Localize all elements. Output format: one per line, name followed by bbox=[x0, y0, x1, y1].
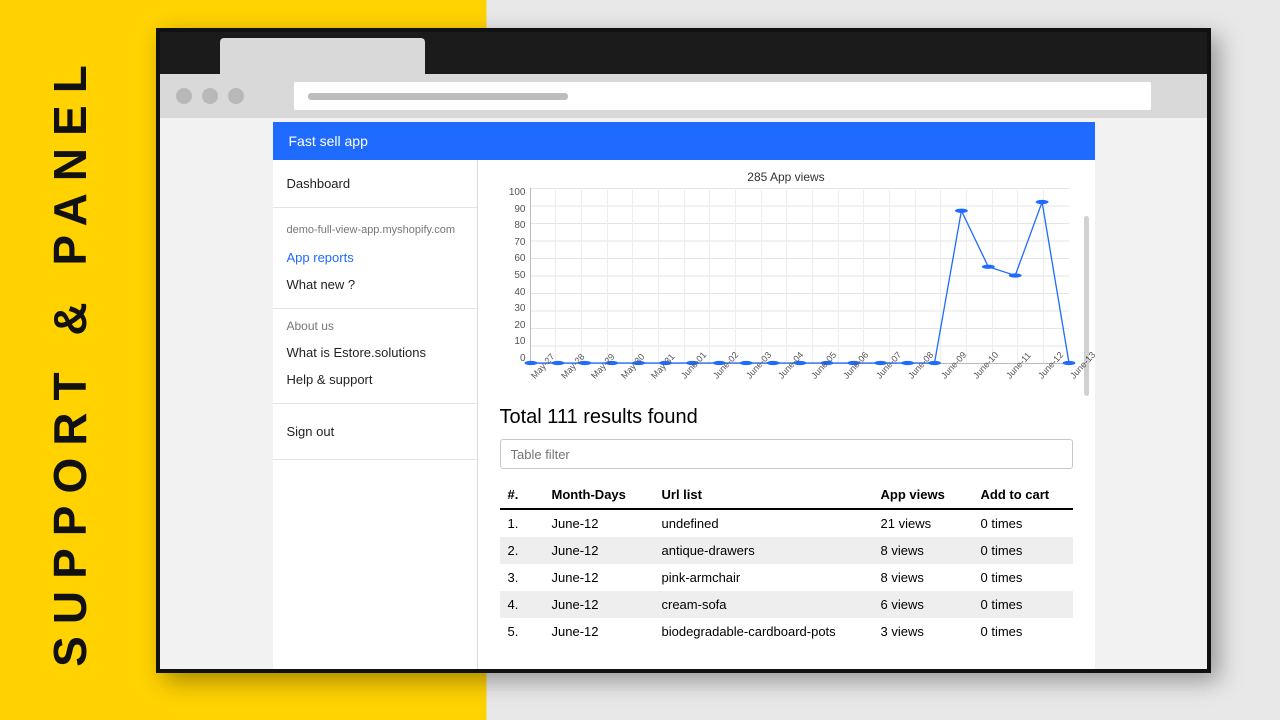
table-row[interactable]: 2.June-12antique-drawers8 views0 times bbox=[500, 537, 1073, 564]
col-views: App views bbox=[873, 481, 973, 509]
results-count: Total 111 results found bbox=[500, 406, 1073, 429]
cell-num: 2. bbox=[500, 537, 544, 564]
cell-url: pink-armchair bbox=[654, 564, 873, 591]
cell-cart: 0 times bbox=[973, 564, 1073, 591]
col-month: Month-Days bbox=[544, 481, 654, 509]
table-header-row: #. Month-Days Url list App views Add to … bbox=[500, 481, 1073, 509]
cell-month: June-12 bbox=[544, 537, 654, 564]
promo-side-label: SUPPORT & PANEL bbox=[43, 53, 97, 667]
browser-toolbar bbox=[160, 74, 1207, 118]
app-body: Dashboard demo-full-view-app.myshopify.c… bbox=[273, 160, 1095, 669]
window-control-dot[interactable] bbox=[176, 88, 192, 104]
col-url: Url list bbox=[654, 481, 873, 509]
chart-title: 285 App views bbox=[500, 170, 1073, 184]
table-row[interactable]: 4.June-12cream-sofa6 views0 times bbox=[500, 591, 1073, 618]
chart-x-axis: May-27May-28May-29May-30May-31June-01Jun… bbox=[530, 364, 1069, 388]
table-row[interactable]: 3.June-12pink-armchair8 views0 times bbox=[500, 564, 1073, 591]
window-control-dot[interactable] bbox=[228, 88, 244, 104]
cell-month: June-12 bbox=[544, 618, 654, 645]
sidebar-item-dashboard[interactable]: Dashboard bbox=[287, 170, 463, 197]
cell-views: 3 views bbox=[873, 618, 973, 645]
y-tick: 40 bbox=[500, 288, 526, 298]
cell-url: biodegradable-cardboard-pots bbox=[654, 618, 873, 645]
cell-views: 8 views bbox=[873, 564, 973, 591]
y-tick: 70 bbox=[500, 238, 526, 248]
sidebar-store-domain: demo-full-view-app.myshopify.com bbox=[287, 218, 463, 244]
sidebar-item-whats-new[interactable]: What new ? bbox=[287, 271, 463, 298]
table-row[interactable]: 1.June-12undefined21 views0 times bbox=[500, 509, 1073, 537]
table-row[interactable]: 5.June-12biodegradable-cardboard-pots3 v… bbox=[500, 618, 1073, 645]
cell-url: antique-drawers bbox=[654, 537, 873, 564]
cell-num: 1. bbox=[500, 509, 544, 537]
address-bar-placeholder bbox=[308, 93, 568, 100]
address-bar[interactable] bbox=[294, 82, 1151, 110]
sidebar: Dashboard demo-full-view-app.myshopify.c… bbox=[273, 160, 478, 669]
browser-viewport: Fast sell app Dashboard demo-full-view-a… bbox=[160, 118, 1207, 669]
cell-cart: 0 times bbox=[973, 618, 1073, 645]
sidebar-heading-about: About us bbox=[287, 319, 463, 339]
y-tick: 30 bbox=[500, 304, 526, 314]
cell-url: cream-sofa bbox=[654, 591, 873, 618]
browser-tabbar bbox=[160, 32, 1207, 74]
sidebar-item-help[interactable]: Help & support bbox=[287, 366, 463, 393]
y-tick: 100 bbox=[500, 188, 526, 198]
app-panel: Fast sell app Dashboard demo-full-view-a… bbox=[273, 122, 1095, 669]
cell-views: 8 views bbox=[873, 537, 973, 564]
y-tick: 20 bbox=[500, 321, 526, 331]
sidebar-item-sign-out[interactable]: Sign out bbox=[287, 414, 463, 449]
app-views-chart: 1009080706050403020100 May-27May-28May-2… bbox=[500, 188, 1073, 388]
table-filter-input[interactable] bbox=[500, 439, 1073, 469]
window-control-dot[interactable] bbox=[202, 88, 218, 104]
cell-cart: 0 times bbox=[973, 591, 1073, 618]
results-table: #. Month-Days Url list App views Add to … bbox=[500, 481, 1073, 645]
y-tick: 10 bbox=[500, 337, 526, 347]
cell-month: June-12 bbox=[544, 564, 654, 591]
main-content: 285 App views 1009080706050403020100 May… bbox=[478, 160, 1095, 669]
y-tick: 0 bbox=[500, 354, 526, 364]
y-tick: 90 bbox=[500, 205, 526, 215]
chart-plot-area bbox=[530, 188, 1069, 364]
col-cart: Add to cart bbox=[973, 481, 1073, 509]
cell-month: June-12 bbox=[544, 509, 654, 537]
y-tick: 60 bbox=[500, 254, 526, 264]
browser-window: Fast sell app Dashboard demo-full-view-a… bbox=[156, 28, 1211, 673]
chart-y-axis: 1009080706050403020100 bbox=[500, 188, 526, 364]
cell-month: June-12 bbox=[544, 591, 654, 618]
y-tick: 50 bbox=[500, 271, 526, 281]
cell-num: 3. bbox=[500, 564, 544, 591]
cell-num: 4. bbox=[500, 591, 544, 618]
y-tick: 80 bbox=[500, 221, 526, 231]
scrollbar[interactable] bbox=[1084, 216, 1089, 596]
cell-url: undefined bbox=[654, 509, 873, 537]
sidebar-item-app-reports[interactable]: App reports bbox=[287, 244, 463, 271]
sidebar-item-what-is[interactable]: What is Estore.solutions bbox=[287, 339, 463, 366]
cell-views: 6 views bbox=[873, 591, 973, 618]
col-num: #. bbox=[500, 481, 544, 509]
scrollbar-thumb[interactable] bbox=[1084, 216, 1089, 396]
cell-num: 5. bbox=[500, 618, 544, 645]
app-title-bar: Fast sell app bbox=[273, 122, 1095, 160]
browser-tab[interactable] bbox=[220, 38, 425, 74]
cell-cart: 0 times bbox=[973, 537, 1073, 564]
x-tick: June-13 bbox=[1068, 350, 1094, 390]
cell-cart: 0 times bbox=[973, 509, 1073, 537]
app-title: Fast sell app bbox=[289, 133, 368, 149]
cell-views: 21 views bbox=[873, 509, 973, 537]
